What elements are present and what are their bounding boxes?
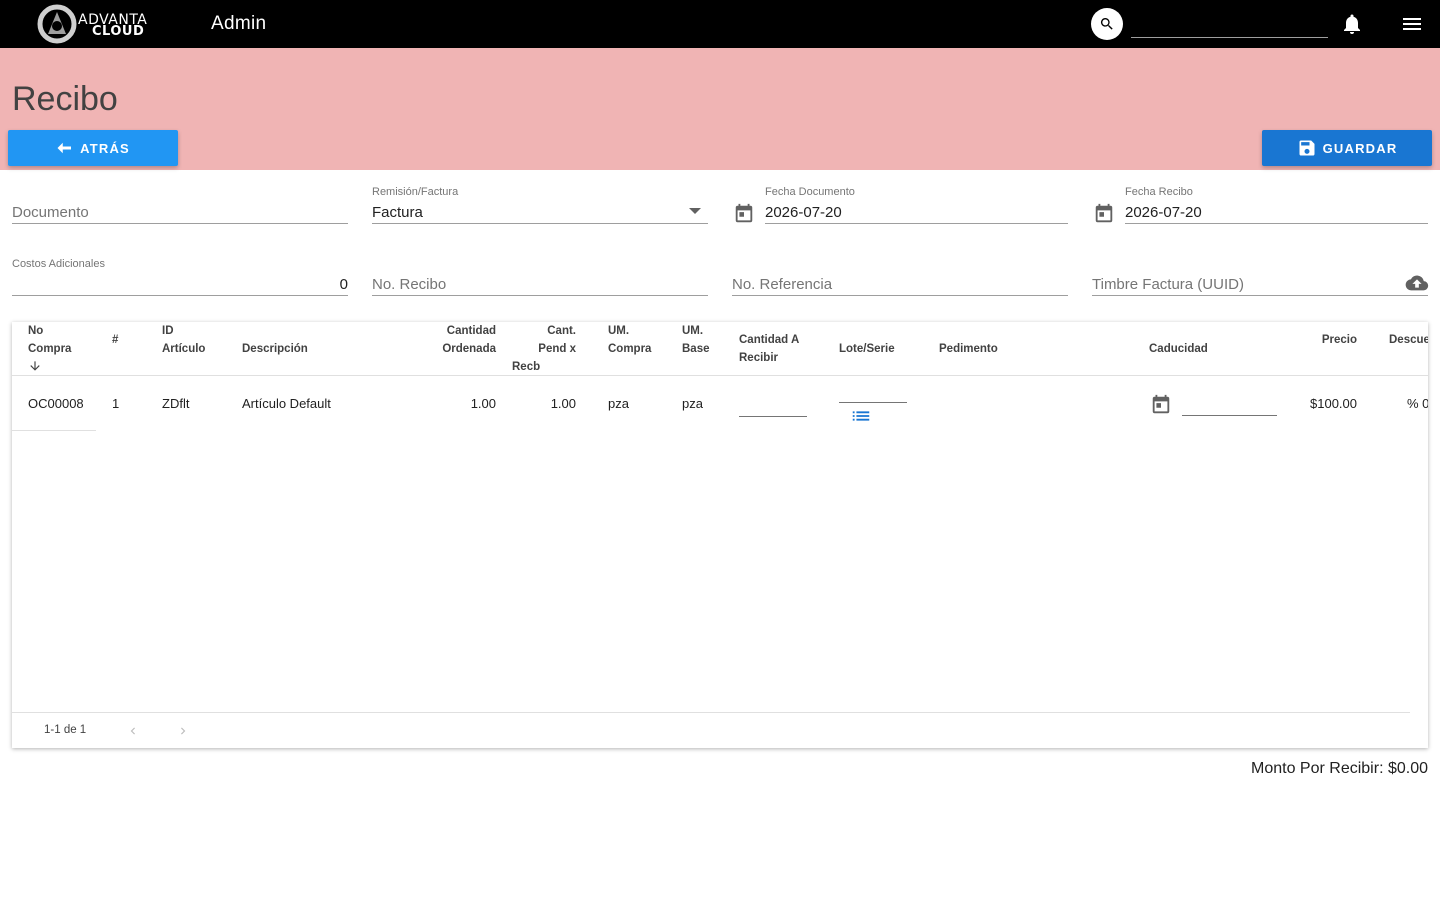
no-recibo-placeholder: No. Recibo [372, 276, 447, 293]
cell-num: 1 [112, 396, 120, 411]
advanta-logo-icon [37, 4, 77, 44]
page-header: Recibo ATRÁS GUARDAR [0, 48, 1440, 170]
timbre-factura-placeholder: Timbre Factura (UUID) [1092, 276, 1244, 293]
chevron-right-icon[interactable] [176, 724, 190, 738]
footer-divider [12, 712, 1410, 713]
no-referencia-placeholder: No. Referencia [732, 276, 833, 293]
cell-descripcion: Artículo Default [242, 396, 331, 411]
remision-factura-value: Factura [372, 204, 423, 221]
page-title: Recibo [12, 80, 118, 118]
sort-arrow-down-icon [30, 361, 40, 371]
col-header-lote-serie[interactable]: Lote/Serie [839, 340, 895, 358]
fecha-documento-field[interactable]: Fecha Documento 2026-07-20 [765, 186, 1068, 226]
app-title: Admin [211, 13, 267, 34]
cell-id-articulo: ZDflt [162, 396, 190, 411]
col-header-num[interactable]: # [112, 331, 118, 349]
col-header-cant-recibir[interactable]: Cantidad A Recibir [739, 331, 799, 367]
cell-descuento: % 0 [1407, 396, 1428, 411]
col-header-precio[interactable]: Precio [1292, 331, 1357, 349]
fecha-recibo-field[interactable]: Fecha Recibo 2026-07-20 [1125, 186, 1428, 226]
cell-cant-ordenada: 1.00 [470, 396, 496, 411]
cell-um-compra: pza [608, 396, 629, 411]
col-header-cant-ordenada[interactable]: Cantidad Ordenada [416, 322, 496, 358]
save-icon [1299, 140, 1315, 156]
back-button-label: ATRÁS [80, 140, 130, 156]
caducidad-input[interactable] [1182, 415, 1277, 416]
header-divider [12, 375, 1428, 376]
arrow-back-icon [57, 142, 72, 154]
no-recibo-field[interactable]: No. Recibo [372, 258, 708, 298]
top-app-bar: ADVANTA CLOUD Admin [0, 0, 1440, 48]
list-icon[interactable] [850, 405, 872, 427]
col-header-no-compra[interactable]: No Compra [28, 322, 71, 379]
col-header-descripcion[interactable]: Descripción [242, 340, 308, 358]
monto-por-recibir: Monto Por Recibir: $0.00 [1251, 760, 1428, 777]
menu-icon[interactable] [1400, 12, 1424, 36]
remision-factura-label: Remisión/Factura [372, 186, 459, 198]
items-table: No Compra # ID Artículo Descripción Cant… [12, 322, 1428, 748]
cantidad-recibir-input[interactable] [739, 416, 807, 417]
advanta-cloud-logo[interactable]: ADVANTA CLOUD [36, 4, 160, 44]
save-button-label: GUARDAR [1322, 140, 1398, 156]
fecha-recibo-value: 2026-07-20 [1125, 204, 1202, 221]
lote-serie-input[interactable] [839, 402, 907, 403]
col-header-descuento[interactable]: Descue [1389, 331, 1428, 349]
timbre-factura-field[interactable]: Timbre Factura (UUID) [1092, 258, 1430, 298]
col-header-caducidad[interactable]: Caducidad [1149, 340, 1208, 358]
search-icon [1100, 18, 1113, 30]
cloud-upload-icon[interactable] [1404, 272, 1430, 294]
documento-field[interactable]: Documento [12, 186, 348, 226]
costos-adicionales-label: Costos Adicionales [12, 258, 105, 270]
fecha-documento-label: Fecha Documento [765, 186, 855, 198]
back-button[interactable]: ATRÁS [8, 130, 178, 166]
calendar-icon[interactable] [733, 203, 755, 225]
search-button[interactable] [1091, 8, 1123, 40]
costos-adicionales-value: 0 [339, 276, 348, 293]
col-header-um-base[interactable]: UM. Base [682, 322, 710, 358]
logo-text-cloud: CLOUD [92, 24, 145, 39]
col-header-pedimento[interactable]: Pedimento [939, 340, 998, 358]
calendar-icon[interactable] [1093, 203, 1115, 225]
dropdown-arrow-icon [689, 208, 701, 214]
cell-no-compra: OC00008 [28, 396, 84, 411]
col-header-um-compra[interactable]: UM. Compra [608, 322, 651, 358]
costos-adicionales-field[interactable]: Costos Adicionales 0 [12, 258, 348, 298]
no-referencia-field[interactable]: No. Referencia [732, 258, 1068, 298]
pagination-label: 1-1 de 1 [44, 724, 87, 736]
remision-factura-select[interactable]: Remisión/Factura Factura [372, 186, 708, 226]
col-header-cant-pend[interactable]: Cant. Pend x Recb [512, 322, 576, 376]
cell-um-base: pza [682, 396, 703, 411]
fecha-documento-value: 2026-07-20 [765, 204, 842, 221]
cell-precio: $100.00 [1310, 396, 1357, 411]
search-input[interactable] [1131, 12, 1328, 38]
col-header-id-articulo[interactable]: ID Artículo [162, 322, 205, 358]
cell-cant-pend: 1.00 [550, 396, 576, 411]
row-divider [12, 430, 96, 431]
fecha-recibo-label: Fecha Recibo [1125, 186, 1193, 198]
chevron-left-icon[interactable] [126, 724, 140, 738]
documento-placeholder: Documento [12, 204, 89, 221]
calendar-icon[interactable] [1150, 394, 1172, 416]
bell-icon[interactable] [1340, 12, 1364, 36]
save-button[interactable]: GUARDAR [1262, 130, 1432, 166]
